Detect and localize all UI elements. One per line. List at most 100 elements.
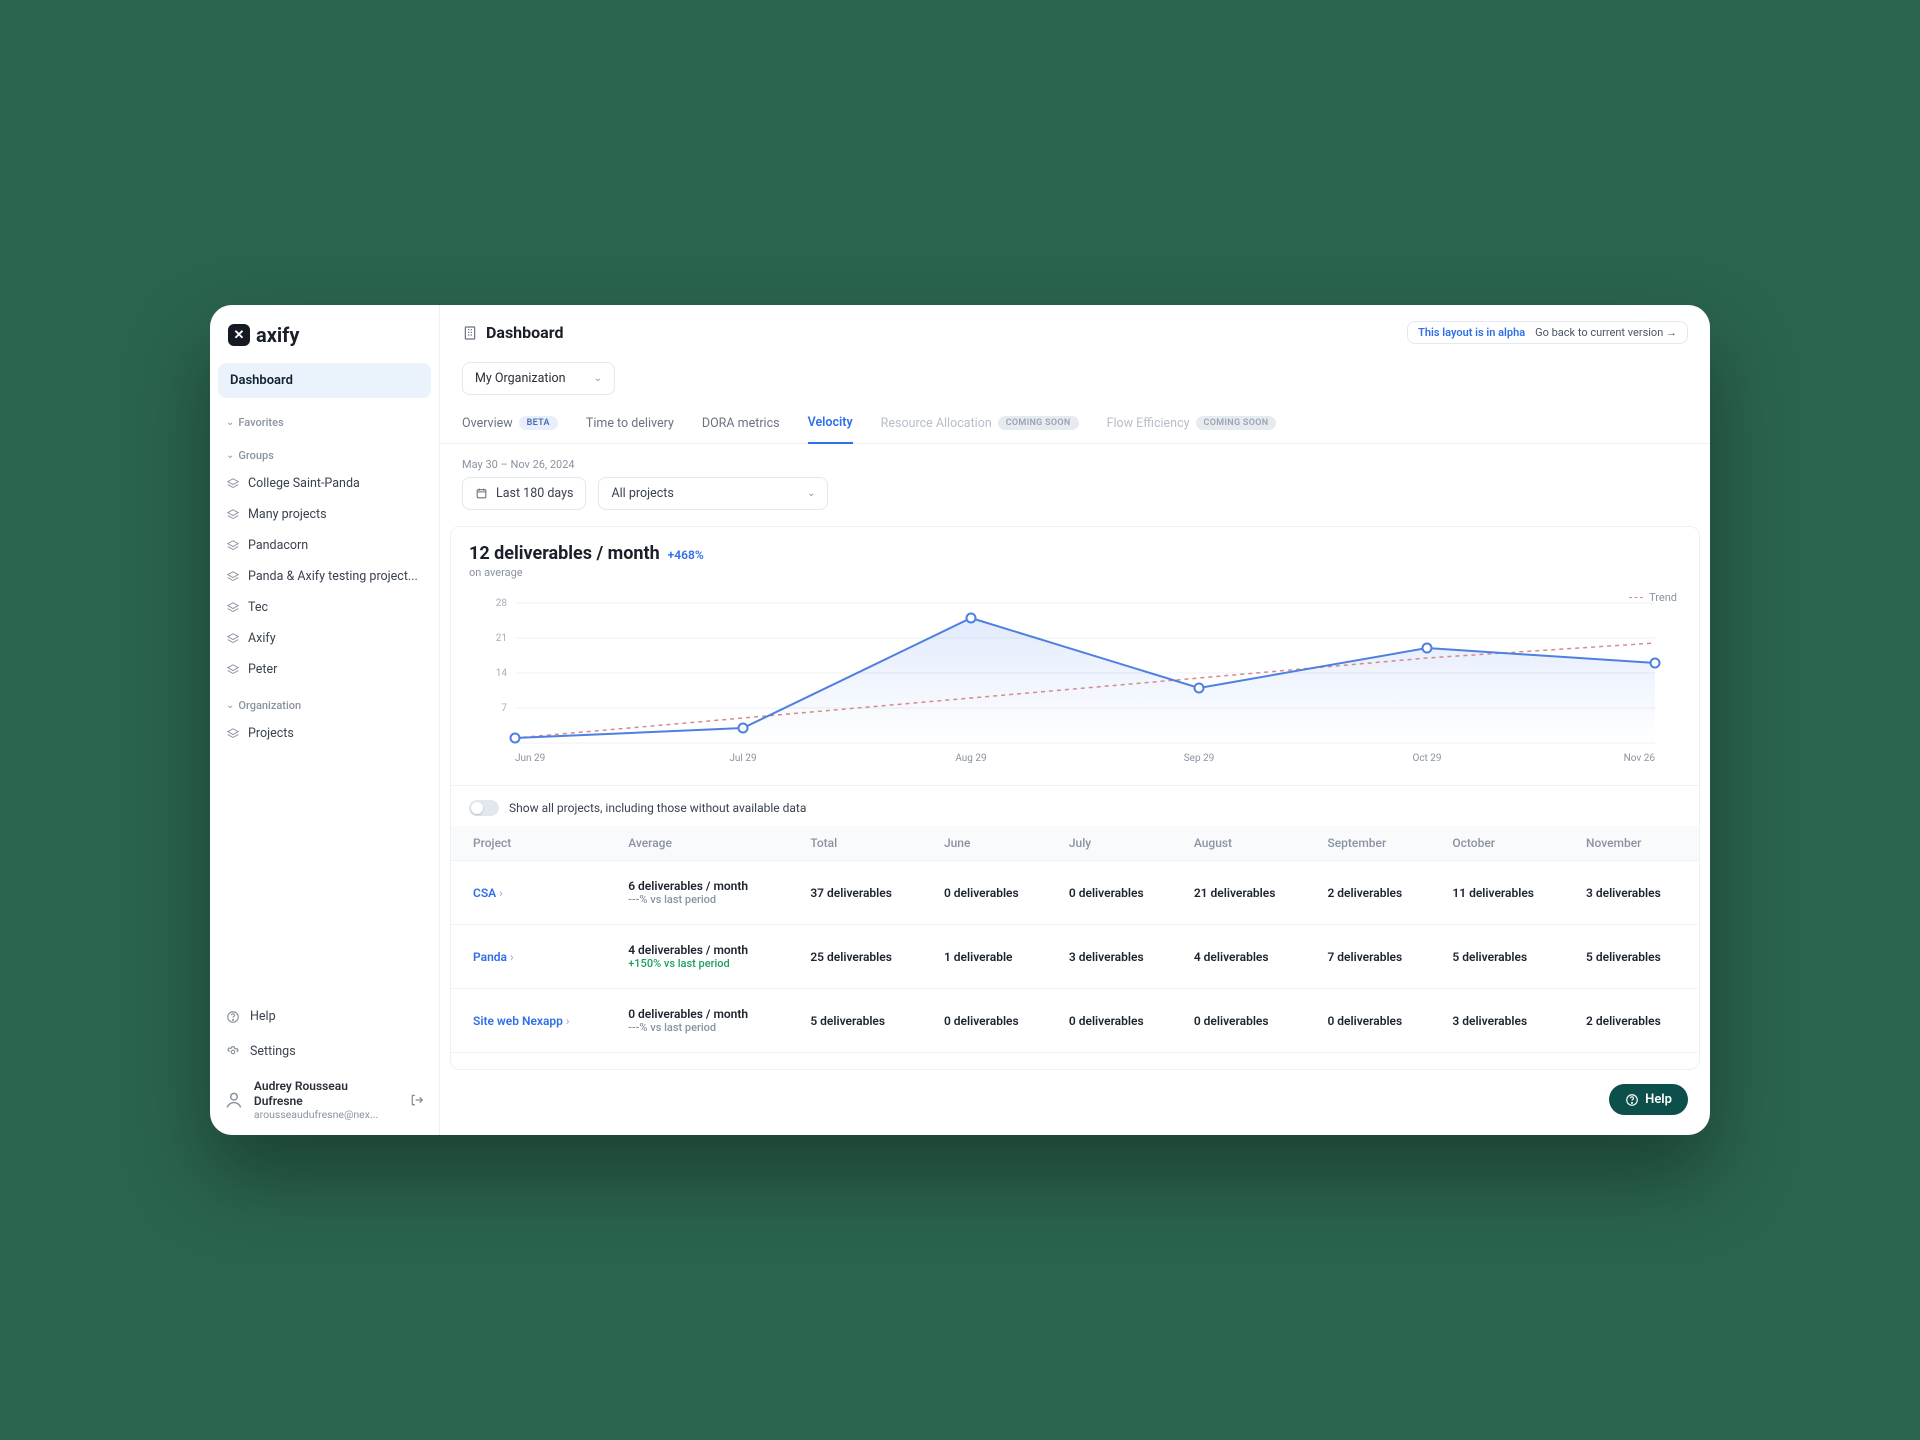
chevron-down-icon: ⌄: [594, 373, 602, 384]
layers-icon: [226, 570, 240, 584]
table-cell: 3 deliverables: [1574, 861, 1699, 925]
date-range-select[interactable]: Last 180 days: [462, 477, 586, 510]
table-row: Site web Nexapp 0 deliverables / month---…: [451, 989, 1699, 1053]
sidebar-item-label: Pandacorn: [248, 538, 308, 553]
organization-select[interactable]: My Organization ⌄: [462, 362, 615, 395]
tab-time-to-delivery[interactable]: Time to delivery: [586, 407, 674, 443]
sidebar-favorites-label: Favorites: [238, 416, 283, 429]
tab-badge: COMING SOON: [998, 416, 1079, 430]
help-fab[interactable]: Help: [1609, 1084, 1688, 1115]
sidebar-item-label: Panda & Axify testing project...: [248, 569, 418, 584]
sidebar-section-groups[interactable]: ⌄ Groups: [210, 435, 439, 468]
alpha-banner-text: This layout is in alpha: [1418, 326, 1525, 339]
projects-select[interactable]: All projects ⌄: [598, 477, 828, 510]
brand-name: axify: [256, 323, 299, 347]
table-cell: 25 deliverables: [798, 925, 932, 989]
sidebar-user: Audrey Rousseau Dufresne arousseaudufres…: [210, 1069, 439, 1135]
metric-title: 12 deliverables / month: [469, 543, 660, 564]
legend-trend: Trend: [1629, 591, 1677, 604]
average-sub: ---% vs last period: [628, 893, 786, 906]
svg-text:7: 7: [501, 703, 507, 714]
calendar-icon: [475, 487, 488, 500]
table-header: Project: [451, 826, 616, 861]
app-window: ✕ axify Dashboard ⌄ Favorites ⌄ Groups C…: [210, 305, 1710, 1135]
chevron-down-icon: ⌄: [226, 700, 234, 711]
project-link[interactable]: Site web Nexapp: [473, 1014, 570, 1028]
alpha-banner-goback-link[interactable]: Go back to current version: [1535, 326, 1677, 339]
sidebar-item-group[interactable]: Peter: [210, 654, 439, 685]
tab-dora-metrics[interactable]: DORA metrics: [702, 407, 780, 443]
user-email: arousseaudufresne@nex...: [254, 1108, 384, 1121]
table-cell: 4 deliverables: [1182, 925, 1316, 989]
sidebar-item-label: College Saint-Panda: [248, 476, 360, 491]
toggle-row: Show all projects, including those witho…: [451, 785, 1699, 826]
brand-mark-icon: ✕: [228, 324, 250, 346]
gear-icon: [226, 1045, 240, 1059]
layers-icon: [226, 632, 240, 646]
table-header: November: [1574, 826, 1699, 861]
page-title: Dashboard: [462, 323, 563, 342]
table-cell: 7 deliverables: [1315, 925, 1440, 989]
sidebar-item-dashboard[interactable]: Dashboard: [218, 363, 431, 398]
topbar: Dashboard This layout is in alpha Go bac…: [440, 305, 1710, 354]
help-icon: [226, 1010, 240, 1024]
project-link[interactable]: CSA: [473, 886, 503, 900]
sidebar-item-group[interactable]: Pandacorn: [210, 530, 439, 561]
average-main: 4 deliverables / month: [628, 943, 786, 957]
svg-text:Jul 29: Jul 29: [729, 753, 756, 764]
help-icon: [1625, 1093, 1639, 1107]
svg-text:Nov 26: Nov 26: [1624, 753, 1656, 764]
sidebar-item-settings[interactable]: Settings: [210, 1034, 439, 1069]
alpha-banner: This layout is in alpha Go back to curre…: [1407, 321, 1688, 344]
tab-overview[interactable]: OverviewBETA: [462, 407, 558, 443]
average-cell: 0 deliverables / month---% vs last perio…: [616, 989, 798, 1053]
table-header: Average: [616, 826, 798, 861]
tabs: OverviewBETA Time to delivery DORA metrics…: [440, 407, 1710, 444]
sidebar-item-help[interactable]: Help: [210, 999, 439, 1034]
sidebar-item-group[interactable]: College Saint-Panda: [210, 468, 439, 499]
tab-label: Flow Efficiency: [1107, 416, 1190, 431]
velocity-card: 12 deliverables / month +468% on average…: [450, 526, 1700, 1070]
table-cell: 37 deliverables: [798, 861, 932, 925]
tab-velocity[interactable]: Velocity: [808, 407, 853, 444]
help-fab-label: Help: [1645, 1092, 1672, 1107]
tab-flow-efficiency: Flow EfficiencyCOMING SOON: [1107, 407, 1277, 443]
sidebar-help-label: Help: [250, 1009, 276, 1024]
show-all-projects-toggle[interactable]: [469, 800, 499, 816]
user-name: Audrey Rousseau Dufresne: [254, 1079, 399, 1108]
logout-icon[interactable]: [409, 1092, 425, 1108]
sidebar-item-projects[interactable]: Projects: [210, 718, 439, 749]
sidebar-item-group[interactable]: Many projects: [210, 499, 439, 530]
table-cell: 2 deliverables: [1315, 861, 1440, 925]
project-link[interactable]: Panda: [473, 950, 514, 964]
svg-text:Oct 29: Oct 29: [1412, 753, 1441, 764]
layers-icon: [226, 727, 240, 741]
sidebar-section-organization[interactable]: ⌄ Organization: [210, 685, 439, 718]
average-cell: 6 deliverables / month---% vs last perio…: [616, 861, 798, 925]
table-cell: 11 deliverables: [1440, 861, 1574, 925]
chart-container: Trend 7142128Jun 29Jul 29Aug 29Sep 29Oct…: [469, 597, 1681, 771]
sidebar-section-favorites[interactable]: ⌄ Favorites: [210, 402, 439, 435]
table-cell: 3 deliverables: [1440, 989, 1574, 1053]
table-cell: 21 deliverables: [1182, 861, 1316, 925]
metric-subtitle: on average: [469, 566, 1681, 579]
chevron-down-icon: ⌄: [226, 450, 234, 461]
sidebar-item-label: Tec: [248, 600, 268, 615]
building-icon: [462, 325, 478, 341]
trend-line-icon: [1629, 597, 1643, 598]
layers-icon: [226, 539, 240, 553]
layers-icon: [226, 601, 240, 615]
sidebar-item-group[interactable]: Axify: [210, 623, 439, 654]
svg-text:Sep 29: Sep 29: [1184, 753, 1215, 764]
tab-label: DORA metrics: [702, 416, 780, 431]
average-sub: +150% vs last period: [628, 957, 786, 970]
sidebar-item-group[interactable]: Tec: [210, 592, 439, 623]
table-cell: 5 deliverables: [1440, 925, 1574, 989]
table-header: June: [932, 826, 1057, 861]
layers-icon: [226, 508, 240, 522]
svg-text:28: 28: [496, 598, 508, 609]
table-cell: 0 deliverables: [1182, 989, 1316, 1053]
table-header: Total: [798, 826, 932, 861]
tab-label: Overview: [462, 416, 513, 431]
sidebar-item-group[interactable]: Panda & Axify testing project...: [210, 561, 439, 592]
